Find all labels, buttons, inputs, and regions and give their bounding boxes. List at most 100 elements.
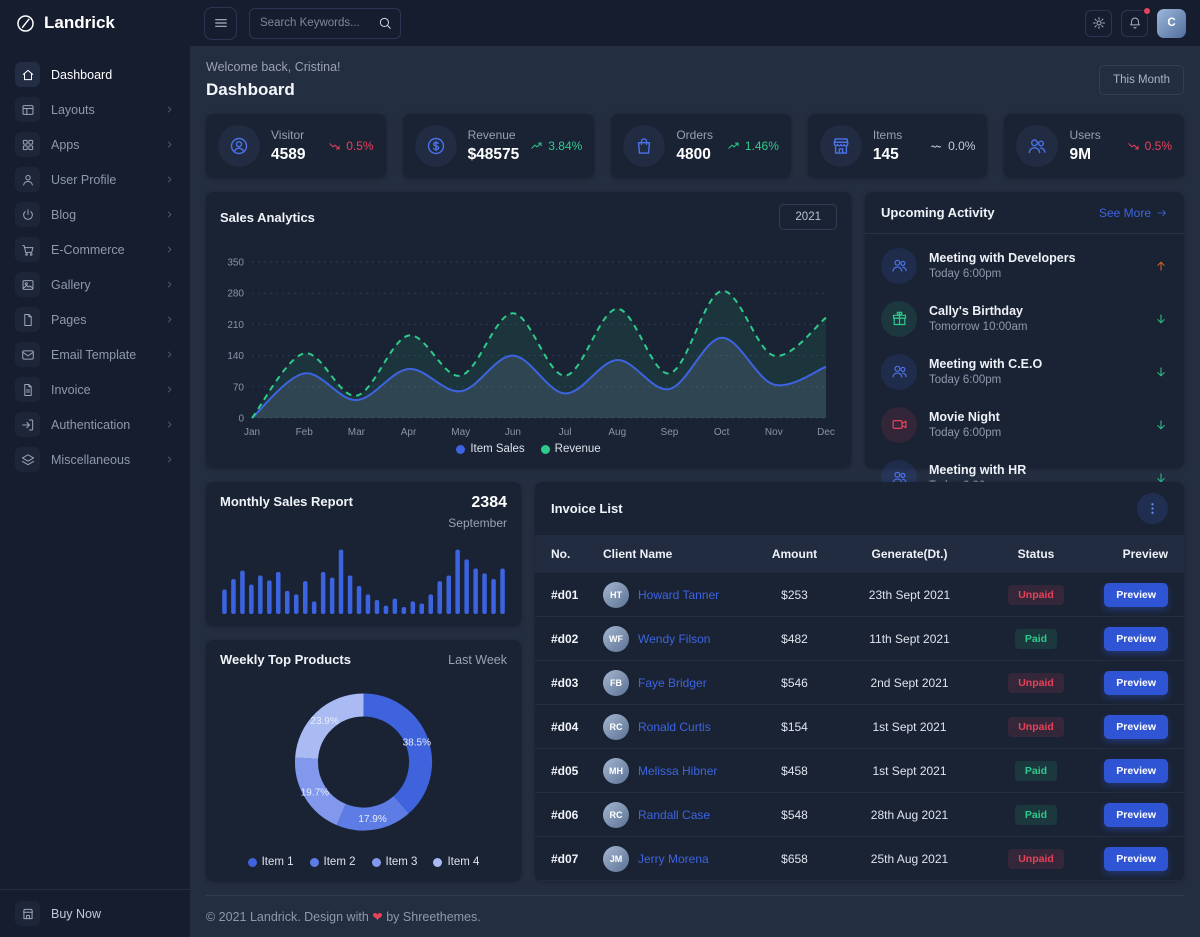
dollar-icon [415,125,457,167]
sidebar-item-gallery[interactable]: Gallery [9,268,181,301]
stat-value: 4800 [676,146,713,164]
activity-item-meeting-with-developers[interactable]: Meeting with DevelopersToday 6:00pm [881,239,1168,292]
bag-icon [623,125,665,167]
app-logo-text: Landrick [44,13,115,33]
client-name-link[interactable]: Melissa Hibner [638,764,717,778]
svg-text:Oct: Oct [713,427,729,438]
stat-trend-value: 3.84% [548,139,582,153]
gift-icon [881,301,917,337]
preview-button[interactable]: Preview [1104,671,1168,695]
client-name-link[interactable]: Ronald Curtis [638,720,711,734]
preview-button[interactable]: Preview [1104,715,1168,739]
invoice-amount: $482 [752,632,837,646]
invoice-amount: $658 [752,852,837,866]
preview-button[interactable]: Preview [1104,759,1168,783]
sidebar-item-apps[interactable]: Apps [9,128,181,161]
client-avatar: MH [603,758,629,784]
sidebar-item-authentication[interactable]: Authentication [9,408,181,441]
client-name-link[interactable]: Jerry Morena [638,852,709,866]
sidebar-item-e-commerce[interactable]: E-Commerce [9,233,181,266]
notifications-button[interactable] [1121,10,1148,37]
user-avatar[interactable]: C [1157,9,1186,38]
invoice-more-button[interactable] [1137,493,1168,524]
client-avatar: FB [603,670,629,696]
search-icon[interactable] [378,16,392,30]
stat-label: Visitor [271,128,305,142]
welcome-text: Welcome back, Cristina! [206,60,341,74]
activity-item-movie-night[interactable]: Movie NightToday 6:00pm [881,398,1168,451]
copyright-text: © 2021 Landrick. Design with [206,910,369,924]
sidebar-item-label: Layouts [51,103,95,117]
sidebar-item-dashboard[interactable]: Dashboard [9,58,181,91]
app-logo[interactable]: Landrick [0,0,190,46]
stat-value: 4589 [271,146,305,164]
activity-list: Meeting with DevelopersToday 6:00pmCally… [865,234,1184,509]
buy-now-button[interactable]: Buy Now [0,889,190,937]
sales-analytics-card: Sales Analytics 2021 070140210280350JanF… [206,192,851,468]
svg-text:Nov: Nov [764,427,782,438]
svg-text:38.5%: 38.5% [403,737,431,748]
activity-item-time: Today 6:00pm [929,427,1001,439]
chevron-right-icon [164,349,175,360]
invoice-date: 23th Sept 2021 [837,588,982,602]
users-icon [881,248,917,284]
stat-value: 9M [1069,146,1100,164]
client-name-link[interactable]: Howard Tanner [638,588,719,602]
sidebar-item-layouts[interactable]: Layouts [9,93,181,126]
sidebar-item-label: Email Template [51,348,136,362]
monthly-sales-title: Monthly Sales Report [220,494,353,509]
sidebar-item-blog[interactable]: Blog [9,198,181,231]
sidebar-item-invoice[interactable]: Invoice [9,373,181,406]
invoice-row-d07: #d07JMJerry Morena$65825th Aug 2021Unpai… [535,837,1184,881]
power-icon [15,202,40,227]
search-input[interactable] [260,17,372,29]
stat-trend-value: 0.5% [1145,139,1172,153]
invoice-row-d05: #d05MHMelissa Hibner$4581st Sept 2021Pai… [535,749,1184,793]
invoice-date: 25th Aug 2021 [837,852,982,866]
svg-text:Aug: Aug [608,427,626,438]
products-donut-chart: 38.5%17.9%19.7%23.9% [220,667,507,853]
sidebar: Landrick Dashboard Layouts AppsUser Profil… [0,0,190,937]
preview-button[interactable]: Preview [1104,847,1168,871]
page-footer: © 2021 Landrick. Design with ❤ by Shreet… [206,895,1184,937]
invoice-row-d02: #d02WFWendy Filson$48211th Sept 2021Paid… [535,617,1184,661]
sidebar-item-email-template[interactable]: Email Template [9,338,181,371]
landrick-logo-icon [15,13,36,34]
invoice-table-header: No.Client NameAmountGenerate(Dt.)StatusP… [535,535,1184,573]
stat-label: Users [1069,128,1100,142]
activity-item-meeting-with-c-e-o[interactable]: Meeting with C.E.OToday 6:00pm [881,345,1168,398]
sidebar-item-label: Gallery [51,278,91,292]
sidebar-item-pages[interactable]: Pages [9,303,181,336]
settings-button[interactable] [1085,10,1112,37]
activity-item-cally-s-birthday[interactable]: Cally's BirthdayTomorrow 10:00am [881,292,1168,345]
preview-button[interactable]: Preview [1104,583,1168,607]
invoice-row-d04: #d04RCRonald Curtis$1541st Sept 2021Unpa… [535,705,1184,749]
stat-trend: 0.0% [930,139,975,153]
preview-button[interactable]: Preview [1104,803,1168,827]
file-icon [15,307,40,332]
menu-toggle-button[interactable] [204,7,237,40]
period-select-button[interactable]: This Month [1099,65,1184,95]
activity-item-title: Cally's Birthday [929,304,1027,318]
invoice-list-title: Invoice List [551,501,623,516]
shop-icon [15,901,40,926]
stat-card-revenue: Revenue$485753.84% [403,114,595,178]
sidebar-item-label: Pages [51,313,86,327]
year-select[interactable]: 2021 [779,204,837,230]
users-icon [1016,125,1058,167]
sidebar-item-user-profile[interactable]: User Profile [9,163,181,196]
sidebar-item-miscellaneous[interactable]: Miscellaneous [9,443,181,476]
chevron-right-icon [164,104,175,115]
weekly-period-label: Last Week [448,653,507,667]
status-badge: Unpaid [1008,717,1064,737]
invoice-row-d01: #d01HTHoward Tanner$25323th Sept 2021Unp… [535,573,1184,617]
column-header-client-name: Client Name [603,547,752,561]
preview-button[interactable]: Preview [1104,627,1168,651]
status-badge: Paid [1015,805,1057,825]
stat-card-items: Items1450.0% [808,114,988,178]
trend-up-icon [530,139,544,153]
client-name-link[interactable]: Randall Case [638,808,710,822]
client-name-link[interactable]: Faye Bridger [638,676,707,690]
client-name-link[interactable]: Wendy Filson [638,632,710,646]
see-more-link[interactable]: See More [1099,206,1168,220]
